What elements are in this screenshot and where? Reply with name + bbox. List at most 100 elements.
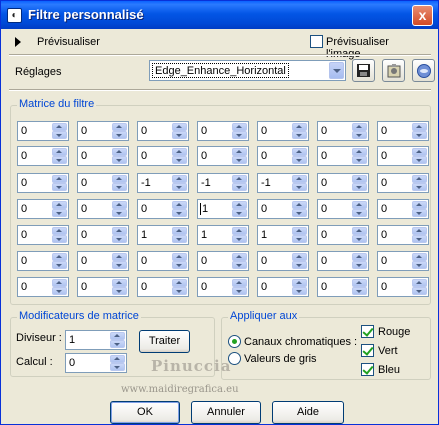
decrement-icon[interactable] (172, 156, 187, 164)
increment-icon[interactable] (292, 279, 307, 287)
matrix-cell-input[interactable]: 0 (317, 199, 369, 219)
matrix-cell-input[interactable]: -1 (137, 173, 189, 193)
matrix-cell-input[interactable]: 0 (197, 121, 249, 141)
matrix-cell-input[interactable]: 0 (317, 225, 369, 245)
decrement-icon[interactable] (232, 261, 247, 269)
save-preset-button[interactable] (352, 59, 375, 82)
matrix-cell-input[interactable]: 0 (197, 146, 249, 166)
decrement-icon[interactable] (352, 183, 367, 191)
decrement-icon[interactable] (352, 261, 367, 269)
decrement-icon[interactable] (352, 209, 367, 217)
matrix-cell-input[interactable]: 0 (17, 225, 69, 245)
increment-icon[interactable] (52, 201, 67, 209)
increment-icon[interactable] (412, 279, 427, 287)
decrement-icon[interactable] (232, 235, 247, 243)
increment-icon[interactable] (352, 253, 367, 261)
matrix-cell-input[interactable]: 0 (317, 251, 369, 271)
matrix-cell-input[interactable]: 0 (377, 173, 429, 193)
matrix-cell-input[interactable]: 0 (137, 251, 189, 271)
matrix-cell-input[interactable]: -1 (257, 173, 309, 193)
ok-button[interactable]: OK (110, 401, 180, 424)
decrement-icon[interactable] (112, 235, 127, 243)
divisor-input[interactable]: 1 (65, 330, 127, 350)
matrix-cell-input[interactable]: 0 (377, 225, 429, 245)
decrement-icon[interactable] (172, 183, 187, 191)
increment-icon[interactable] (412, 175, 427, 183)
increment-icon[interactable] (352, 227, 367, 235)
preset-dropdown[interactable]: Edge_Enhance_Horizontal (149, 60, 346, 81)
increment-icon[interactable] (352, 279, 367, 287)
matrix-cell-input[interactable]: 0 (257, 199, 309, 219)
increment-icon[interactable] (232, 175, 247, 183)
increment-icon[interactable] (52, 123, 67, 131)
matrix-cell-input[interactable]: 0 (77, 121, 129, 141)
increment-icon[interactable] (232, 201, 247, 209)
decrement-icon[interactable] (232, 287, 247, 295)
increment-icon[interactable] (232, 279, 247, 287)
increment-icon[interactable] (412, 227, 427, 235)
decrement-icon[interactable] (352, 131, 367, 139)
close-button[interactable]: x (412, 5, 433, 26)
decrement-icon[interactable] (352, 156, 367, 164)
decrement-icon[interactable] (172, 261, 187, 269)
matrix-cell-input[interactable]: 0 (197, 277, 249, 297)
matrix-cell-input[interactable]: 0 (17, 173, 69, 193)
decrement-icon[interactable] (112, 183, 127, 191)
decrement-icon[interactable] (412, 183, 427, 191)
decrement-icon[interactable] (292, 183, 307, 191)
decrement-icon[interactable] (172, 131, 187, 139)
increment-icon[interactable] (172, 123, 187, 131)
increment-icon[interactable] (52, 175, 67, 183)
matrix-cell-input[interactable]: 0 (137, 199, 189, 219)
matrix-cell-input[interactable]: 0 (77, 199, 129, 219)
decrement-icon[interactable] (52, 209, 67, 217)
matrix-cell-input[interactable]: 0 (197, 251, 249, 271)
matrix-cell-input[interactable]: 0 (77, 173, 129, 193)
increment-icon[interactable] (112, 148, 127, 156)
increment-icon[interactable] (172, 279, 187, 287)
green-checkbox[interactable] (361, 344, 374, 357)
decrement-icon[interactable] (112, 287, 127, 295)
decrement-icon[interactable] (52, 131, 67, 139)
matrix-cell-input[interactable]: 0 (77, 251, 129, 271)
matrix-cell-input[interactable]: 0 (17, 146, 69, 166)
decrement-icon[interactable] (110, 363, 125, 371)
decrement-icon[interactable] (352, 235, 367, 243)
increment-icon[interactable] (292, 123, 307, 131)
decrement-icon[interactable] (292, 131, 307, 139)
increment-icon[interactable] (52, 227, 67, 235)
increment-icon[interactable] (110, 355, 125, 363)
matrix-cell-input[interactable]: 0 (137, 146, 189, 166)
decrement-icon[interactable] (412, 156, 427, 164)
matrix-cell-input[interactable]: 1 (197, 199, 249, 219)
increment-icon[interactable] (292, 227, 307, 235)
decrement-icon[interactable] (112, 209, 127, 217)
matrix-cell-input[interactable]: 0 (317, 173, 369, 193)
matrix-cell-input[interactable]: 0 (17, 277, 69, 297)
increment-icon[interactable] (412, 148, 427, 156)
matrix-cell-input[interactable]: 0 (257, 121, 309, 141)
matrix-cell-input[interactable]: 0 (137, 277, 189, 297)
increment-icon[interactable] (172, 148, 187, 156)
decrement-icon[interactable] (110, 340, 125, 348)
bias-input[interactable]: 0 (65, 353, 127, 373)
matrix-cell-input[interactable]: 0 (377, 251, 429, 271)
matrix-cell-input[interactable]: 0 (317, 121, 369, 141)
decrement-icon[interactable] (172, 209, 187, 217)
matrix-cell-input[interactable]: 0 (257, 277, 309, 297)
decrement-icon[interactable] (172, 287, 187, 295)
decrement-icon[interactable] (412, 261, 427, 269)
matrix-cell-input[interactable]: 0 (77, 277, 129, 297)
increment-icon[interactable] (112, 227, 127, 235)
increment-icon[interactable] (112, 253, 127, 261)
decrement-icon[interactable] (292, 261, 307, 269)
decrement-icon[interactable] (412, 131, 427, 139)
matrix-cell-input[interactable]: 0 (317, 146, 369, 166)
decrement-icon[interactable] (412, 287, 427, 295)
increment-icon[interactable] (292, 201, 307, 209)
matrix-cell-input[interactable]: -1 (197, 173, 249, 193)
decrement-icon[interactable] (232, 131, 247, 139)
increment-icon[interactable] (110, 332, 125, 340)
decrement-icon[interactable] (292, 156, 307, 164)
decrement-icon[interactable] (52, 261, 67, 269)
